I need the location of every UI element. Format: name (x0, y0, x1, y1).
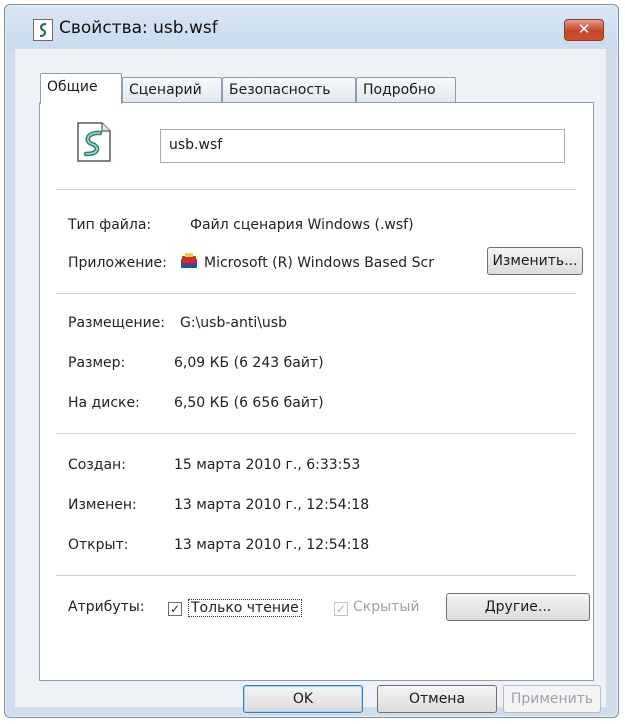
size-on-disk-value: 6,50 КБ (6 656 байт) (174, 395, 324, 411)
application-icon (180, 253, 198, 269)
separator (56, 575, 576, 576)
file-type-value: Файл сценария Windows (.wsf) (190, 217, 414, 233)
other-attributes-button[interactable]: Другие... (446, 593, 590, 621)
attributes-label: Атрибуты: (68, 599, 145, 615)
application-label: Приложение: (68, 255, 167, 271)
location-value: G:\usb-anti\usb (180, 315, 287, 331)
accessed-value: 13 марта 2010 г., 12:54:18 (174, 537, 370, 553)
dialog-client-area: Общие Сценарий Безопасность Подробно usb… (15, 49, 606, 713)
size-value: 6,09 КБ (6 243 байт) (174, 355, 324, 371)
general-tab-panel: usb.wsf Тип файла: Файл сценария Windows… (39, 102, 594, 681)
readonly-checkbox[interactable]: ✓ (168, 602, 182, 616)
tab-general[interactable]: Общие (40, 73, 122, 104)
modified-value: 13 марта 2010 г., 12:54:18 (174, 497, 370, 513)
accessed-label: Открыт: (68, 537, 129, 553)
size-label: Размер: (68, 355, 126, 371)
location-label: Размещение: (68, 315, 166, 331)
title-bar[interactable]: Свойства: usb.wsf ✕ (5, 5, 618, 49)
separator (56, 189, 576, 190)
script-file-icon (33, 19, 53, 41)
apply-button: Применить (503, 685, 601, 713)
hidden-label: Скрытый (353, 599, 420, 615)
readonly-label[interactable]: Только чтение (188, 599, 302, 617)
close-button[interactable]: ✕ (564, 19, 604, 41)
modified-label: Изменен: (68, 497, 137, 513)
separator (56, 293, 576, 294)
separator (56, 433, 576, 434)
ok-button[interactable]: OK (243, 685, 363, 713)
window-title: Свойства: usb.wsf (59, 18, 218, 38)
size-on-disk-label: На диске: (68, 395, 140, 411)
created-label: Создан: (68, 457, 126, 473)
created-value: 15 марта 2010 г., 6:33:53 (174, 457, 361, 473)
file-name-field[interactable]: usb.wsf (160, 129, 565, 163)
file-type-label: Тип файла: (68, 217, 152, 233)
application-value: Microsoft (R) Windows Based Scr (204, 255, 434, 271)
tab-details[interactable]: Подробно (356, 77, 456, 102)
script-file-icon (72, 121, 114, 163)
tab-script[interactable]: Сценарий (122, 77, 222, 102)
tab-security[interactable]: Безопасность (222, 77, 356, 102)
change-application-button[interactable]: Изменить... (487, 247, 583, 275)
hidden-checkbox: ✓ (334, 602, 348, 616)
properties-dialog: Свойства: usb.wsf ✕ Общие Сценарий Безоп… (4, 4, 619, 718)
cancel-button[interactable]: Отмена (377, 685, 497, 713)
